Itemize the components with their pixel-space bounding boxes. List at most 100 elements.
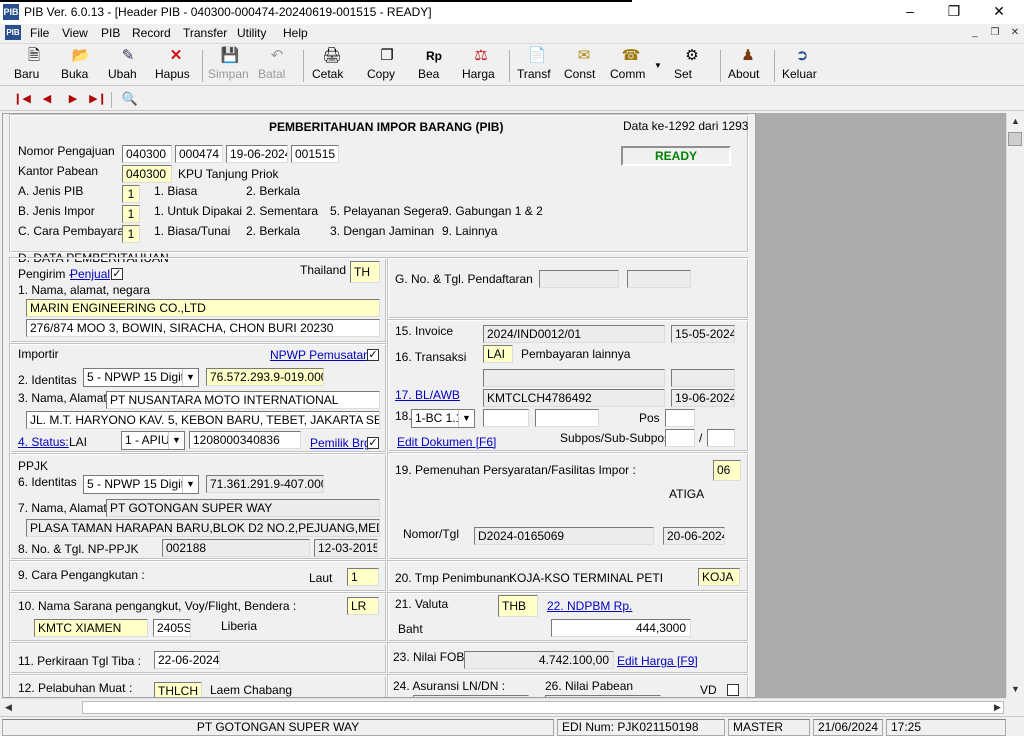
importir-identitas-select[interactable]: 5 - NPWP 15 Digit ▼ [83,368,199,387]
buka-button[interactable]: 📂 Buka [61,47,101,85]
pendaftaran-tgl-field[interactable] [627,270,691,288]
keluar-button[interactable]: ➲ Keluar [782,47,822,85]
invoice-tgl-field[interactable]: 15-05-2024 [671,325,735,343]
menu-help[interactable]: Help [283,26,308,40]
subpos-field[interactable] [665,429,695,447]
menu-pib[interactable]: PIB [101,26,120,40]
cetak-button[interactable]: 🖨 Cetak [312,47,352,85]
menu-utility[interactable]: Utility [237,26,266,40]
bea-button[interactable]: Rp Bea [418,47,450,85]
hapus-button[interactable]: ✕ Hapus [155,47,197,85]
cara-pembayaran-field[interactable]: 1 [122,225,140,243]
menu-transfer[interactable]: Transfer [183,26,227,40]
pengirim-negara-code[interactable]: TH [350,261,380,283]
pendaftaran-no-field[interactable] [539,270,619,288]
bl-awb-link[interactable]: 17. BL/AWB [395,388,460,402]
tmp-penimbunan-code-field[interactable]: KOJA [698,568,740,586]
sarana-bendera-code-field[interactable]: LR [347,597,379,615]
scroll-right-icon[interactable]: ▶ [989,699,1006,716]
edit-harga-link[interactable]: Edit Harga [F9] [617,654,698,668]
pemilik-brg-checkbox[interactable]: ✓ [367,437,379,449]
binoculars-icon[interactable]: 🔍 [120,91,140,107]
child-minimize-icon[interactable]: _ [966,26,984,40]
maximize-icon[interactable]: ❐ [931,0,977,24]
importir-nama-field[interactable]: PT NUSANTARA MOTO INTERNATIONAL [106,391,380,409]
status-number-field[interactable]: 1208000340836 [189,431,301,449]
ppjk-npwp-field[interactable]: 71.361.291.9-407.000 [206,475,324,493]
about-button[interactable]: ♟ About [728,47,768,85]
status-select[interactable]: 1 - APIU ▼ [121,431,185,450]
previous-record-icon[interactable]: ◀ [38,91,56,107]
scroll-up-icon[interactable]: ▲ [1007,113,1024,130]
nilai-fob-field[interactable]: 4.742.100,00 [464,651,614,669]
scroll-left-icon[interactable]: ◀ [0,699,17,716]
child-restore-icon[interactable]: ❐ [986,26,1004,40]
ppjk-nama-field[interactable]: PT GOTONGAN SUPER WAY [106,499,380,517]
npwp-pemusatan-link[interactable]: NPWP Pemusatan [270,348,370,362]
pengirim-alamat-field[interactable]: 276/874 MOO 3, BOWIN, SIRACHA, CHON BURI… [26,319,380,337]
pemilik-brg-link[interactable]: Pemilik Brg [310,436,371,450]
bc-no-field[interactable] [483,409,529,427]
invoice-no-field[interactable]: 2024/IND0012/01 [483,325,665,343]
comm-button[interactable]: ☎ Comm [610,47,652,85]
bl-no-field[interactable]: KMTCLCH4786492 [483,389,665,407]
const-button[interactable]: ✉ Const [564,47,604,85]
sarana-nama-field[interactable]: KMTC XIAMEN [34,619,148,637]
child-window-icon[interactable]: PIB [5,25,21,40]
jenis-pib-field[interactable]: 1 [122,185,140,203]
ppjk-identitas-select[interactable]: 5 - NPWP 15 Digit ▼ [83,475,199,494]
ndpbm-link[interactable]: 22. NDPBM Rp. [547,599,632,613]
last-record-icon[interactable]: ▶❙ [89,91,107,107]
penjual-link[interactable]: Penjual [70,267,110,281]
nomor-pengajuan-date[interactable]: 19-06-2024 [226,145,288,163]
tgl-tiba-field[interactable]: 22-06-2024 [154,651,220,669]
comm-dropdown-icon[interactable]: ▼ [654,61,662,70]
sarana-voy-field[interactable]: 2405S [153,619,191,637]
bc-select[interactable]: 1-BC 1.1 ▼ [411,409,475,428]
nomor-pengajuan-field-4[interactable]: 001515 [291,145,339,163]
penjual-checkbox[interactable]: ✓ [111,268,123,280]
set-button[interactable]: ⚙ Set [674,47,710,85]
menu-record[interactable]: Record [132,26,171,40]
vd-checkbox[interactable] [727,684,739,696]
ppjk-alamat-field[interactable]: PLASA TAMAN HARAPAN BARU,BLOK D2 NO.2,PE… [26,519,380,537]
nomor-pengajuan-field-1[interactable]: 040300 [122,145,172,163]
baru-button[interactable]: 🗎 Baru [14,47,54,85]
simpan-button[interactable]: 💾 Simpan [208,47,252,85]
transf-button[interactable]: 📄 Transf [517,47,557,85]
close-icon[interactable]: ✕ [976,0,1022,24]
horizontal-scrollbar[interactable]: ◀ ▶ [0,698,1006,715]
nomor-pengajuan-field-2[interactable]: 000474 [175,145,223,163]
importir-npwp-field[interactable]: 76.572.293.9-019.000 [206,368,324,386]
jenis-impor-field[interactable]: 1 [122,205,140,223]
npwp-pemusatan-checkbox[interactable]: ✓ [367,349,379,361]
pemenuhan-code-field[interactable]: 06 [713,460,741,481]
valuta-code-field[interactable]: THB [498,595,538,617]
horizontal-scroll-thumb[interactable] [82,701,1004,714]
sub-subpos-field[interactable] [707,429,735,447]
kantor-pabean-code[interactable]: 040300 [122,165,172,183]
edit-dokumen-link[interactable]: Edit Dokumen [F6] [397,435,496,449]
pengirim-nama-field[interactable]: MARIN ENGINEERING CO.,LTD [26,299,380,317]
first-record-icon[interactable]: ❙◀ [13,91,31,107]
pemenuhan-tgl-field[interactable]: 20-06-2024 [663,527,725,545]
child-close-icon[interactable]: ✕ [1006,26,1024,40]
np-ppjk-no-field[interactable]: 002188 [162,539,310,557]
cara-pengangkutan-field[interactable]: 1 [347,568,379,586]
harga-button[interactable]: ⚖ Harga [462,47,500,85]
batal-button[interactable]: ↶ Batal [258,47,296,85]
minimize-icon[interactable]: – [887,0,933,24]
bl-extra-no-field[interactable] [483,369,665,387]
transaksi-code-field[interactable]: LAI [483,345,513,363]
next-record-icon[interactable]: ▶ [64,91,82,107]
np-ppjk-tgl-field[interactable]: 12-03-2015 [314,539,378,557]
bl-tgl-field[interactable]: 19-06-2024 [671,389,735,407]
ubah-button[interactable]: ✎ Ubah [108,47,148,85]
vertical-scroll-thumb[interactable] [1008,132,1022,146]
scroll-down-icon[interactable]: ▼ [1007,681,1024,698]
status-link[interactable]: 4. Status: [18,435,69,449]
ndpbm-field[interactable]: 444,3000 [551,619,691,637]
bc-tgl-field[interactable] [535,409,599,427]
bl-extra-tgl-field[interactable] [671,369,735,387]
pos-field[interactable] [665,409,695,427]
